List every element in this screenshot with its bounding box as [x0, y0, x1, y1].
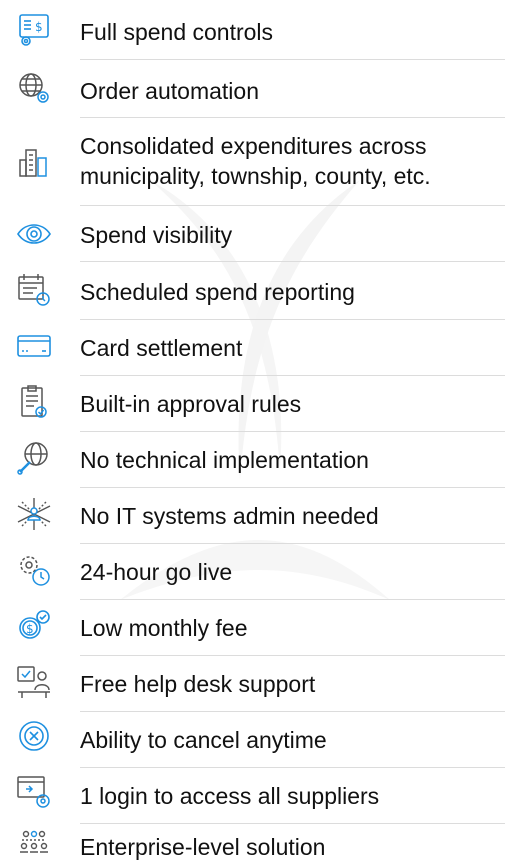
- feature-item: No technical implementation: [0, 432, 505, 488]
- feature-item: Built-in approval rules: [0, 376, 505, 432]
- svg-text:$: $: [35, 20, 43, 34]
- buildings-icon: [16, 144, 52, 180]
- feature-item: No IT systems admin needed: [0, 488, 505, 544]
- feature-label: Consolidated expenditures across municip…: [80, 133, 431, 189]
- feature-item: Scheduled spend reporting: [0, 262, 505, 320]
- login-window-icon: [16, 774, 52, 810]
- spend-controls-icon: $: [16, 12, 52, 48]
- feature-item: $ Low monthly fee: [0, 600, 505, 656]
- feature-label: Enterprise-level solution: [80, 834, 326, 860]
- feature-label: Card settlement: [80, 335, 243, 361]
- feature-item: $ Full spend controls: [0, 0, 505, 60]
- coin-check-icon: $: [16, 608, 52, 644]
- feature-item: Order automation: [0, 60, 505, 118]
- credit-card-icon: [16, 328, 52, 364]
- calendar-clock-icon: [16, 272, 52, 308]
- feature-item: Free help desk support: [0, 656, 505, 712]
- feature-item: 24-hour go live: [0, 544, 505, 600]
- globe-gear-icon: [16, 70, 52, 106]
- network-person-icon: [16, 496, 52, 532]
- feature-label: Ability to cancel anytime: [80, 727, 327, 753]
- feature-label: No IT systems admin needed: [80, 503, 379, 529]
- feature-item: Enterprise-level solution: [0, 824, 505, 861]
- feature-label: Spend visibility: [80, 222, 233, 248]
- feature-item: Spend visibility: [0, 206, 505, 262]
- feature-label: Order automation: [80, 78, 259, 104]
- people-network-icon: [16, 828, 52, 864]
- feature-label: Free help desk support: [80, 671, 316, 697]
- feature-item: 1 login to access all suppliers: [0, 768, 505, 824]
- feature-label: 1 login to access all suppliers: [80, 783, 380, 809]
- feature-item: Card settlement: [0, 320, 505, 376]
- helpdesk-icon: [16, 664, 52, 700]
- feature-label: Scheduled spend reporting: [80, 279, 355, 305]
- cancel-circle-icon: [16, 718, 52, 754]
- svg-text:$: $: [26, 622, 34, 636]
- eye-icon: [16, 216, 52, 252]
- feature-label: 24-hour go live: [80, 559, 233, 585]
- feature-label: Built-in approval rules: [80, 391, 302, 417]
- feature-label: Low monthly fee: [80, 615, 248, 641]
- feature-item: Consolidated expenditures across municip…: [0, 118, 505, 206]
- clipboard-check-icon: [16, 384, 52, 420]
- globe-wrench-icon: [16, 440, 52, 476]
- feature-item: Ability to cancel anytime: [0, 712, 505, 768]
- feature-label: No technical implementation: [80, 447, 369, 473]
- feature-label: Full spend controls: [80, 19, 274, 45]
- gear-clock-icon: [16, 552, 52, 588]
